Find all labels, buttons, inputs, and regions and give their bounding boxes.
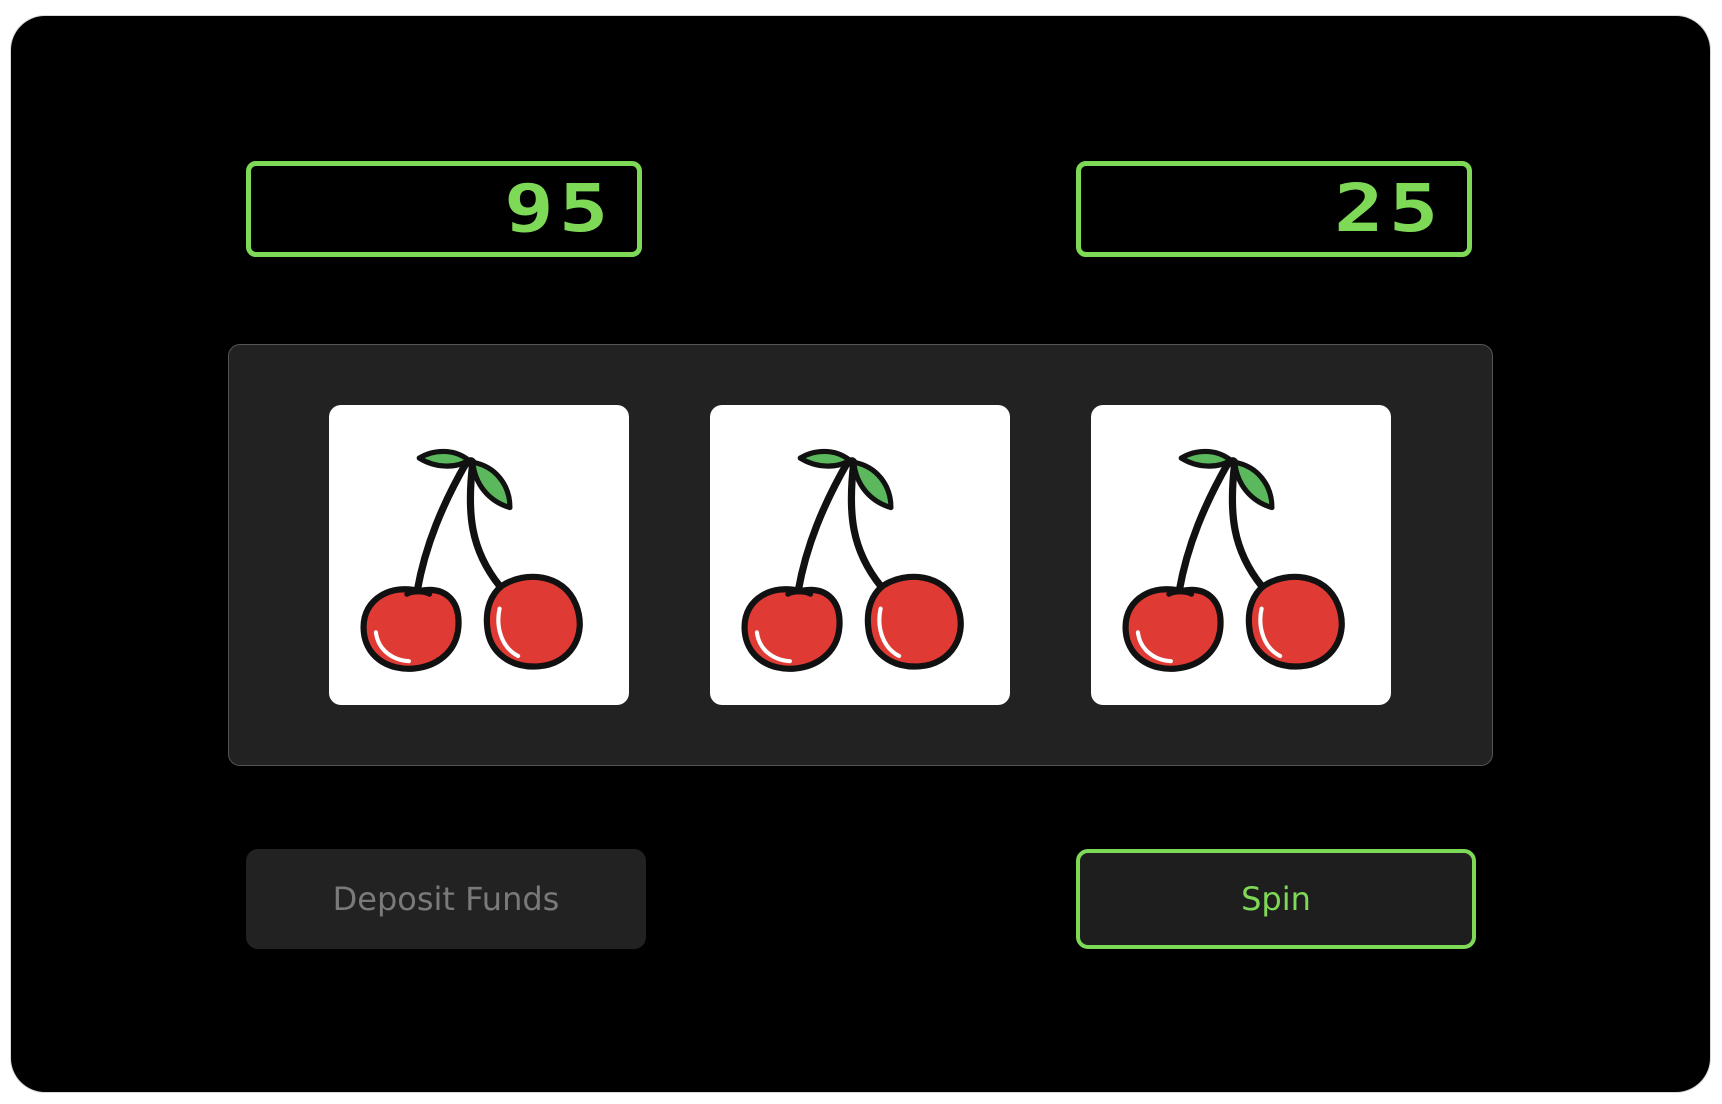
bet-display: 25 [1076,161,1472,257]
deposit-funds-button[interactable]: Deposit Funds [246,849,646,949]
reel-1 [329,405,629,705]
reel-2 [710,405,1010,705]
cherry-icon [741,448,964,672]
reel-3 [1091,405,1391,705]
cherry-icon [1122,448,1345,672]
spin-button[interactable]: Spin [1076,849,1476,949]
slot-machine: 95 25 Deposit Funds Spin [11,16,1710,1092]
balance-display: 95 [246,161,642,257]
bet-value: 25 [1333,170,1443,247]
balance-value: 95 [503,170,613,247]
reel-panel [228,344,1493,766]
cherry-icon [360,448,583,672]
